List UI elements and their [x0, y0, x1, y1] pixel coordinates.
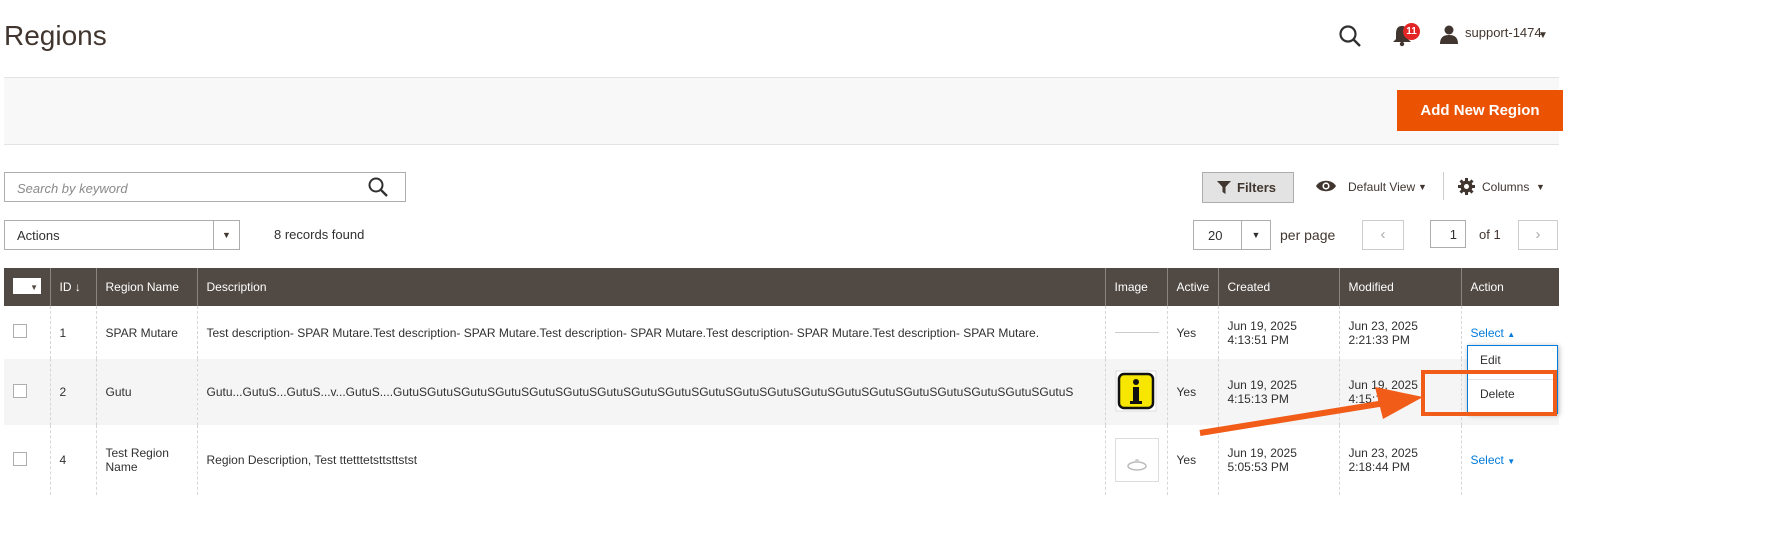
cell-image — [1104, 425, 1167, 495]
divider — [1443, 172, 1444, 200]
select-all-checkbox[interactable]: ▼ — [13, 277, 41, 294]
column-header-modified[interactable]: Modified — [1338, 268, 1461, 306]
user-name[interactable]: support-1474 — [1465, 25, 1542, 40]
per-page-value: 20 — [1208, 228, 1223, 243]
search-box — [4, 172, 406, 203]
regions-grid: ▼ ID ↓ Region Name Description Image Act… — [4, 268, 1559, 495]
table-row[interactable]: 1 SPAR Mutare Test description- SPAR Mut… — [4, 306, 1559, 359]
page-number-input[interactable]: 1 — [1430, 220, 1466, 248]
chevron-down-icon[interactable]: ▼ — [1507, 457, 1515, 466]
records-count: 8 records found — [274, 227, 365, 242]
column-header-description[interactable]: Description — [196, 268, 1105, 306]
chevron-up-icon[interactable]: ▲ — [1507, 330, 1515, 339]
column-header-region-name[interactable]: Region Name — [95, 268, 197, 306]
search-input[interactable] — [15, 173, 359, 203]
page-total: of 1 — [1479, 227, 1501, 242]
default-view-dropdown[interactable]: Default View — [1348, 180, 1415, 194]
filters-button[interactable]: Filters — [1202, 172, 1294, 203]
info-icon — [1115, 370, 1156, 411]
notification-badge: 11 — [1403, 23, 1420, 40]
cell-description: Test description- SPAR Mutare.Test descr… — [196, 306, 1105, 359]
chevron-down-icon[interactable]: ▼ — [1538, 30, 1548, 41]
row-checkbox[interactable] — [13, 383, 27, 398]
cell-region-name: SPAR Mutare — [95, 306, 197, 359]
ring-icon — [1126, 459, 1147, 471]
row-checkbox[interactable] — [13, 324, 27, 338]
select-action-link[interactable]: Select — [1471, 326, 1504, 340]
chevron-down-icon[interactable]: ▼ — [1536, 182, 1545, 192]
annotation-arrow-icon — [1199, 387, 1423, 436]
cell-description: Gutu...GutuS...GutuS...v...GutuS....Gutu… — [196, 359, 1105, 425]
actions-label: Actions — [17, 228, 60, 243]
funnel-icon — [1217, 181, 1231, 194]
eye-icon[interactable] — [1316, 179, 1336, 193]
add-new-region-button[interactable]: Add New Region — [1397, 90, 1563, 131]
column-header-image[interactable]: Image — [1104, 268, 1167, 306]
page-title: Regions — [4, 20, 107, 51]
chevron-down-icon[interactable]: ▼ — [1241, 221, 1270, 249]
grid-header-row: ▼ ID ↓ Region Name Description Image Act… — [4, 268, 1559, 306]
search-icon[interactable] — [1336, 22, 1364, 50]
cell-id: 2 — [49, 359, 96, 425]
row-checkbox[interactable] — [13, 451, 27, 466]
select-all-header[interactable]: ▼ — [4, 268, 50, 306]
gear-icon[interactable] — [1458, 178, 1475, 195]
cell-active: Yes — [1166, 306, 1218, 359]
select-action-link[interactable]: Select — [1471, 453, 1504, 467]
per-page-label: per page — [1280, 227, 1336, 243]
image-placeholder — [1114, 332, 1159, 333]
cell-image — [1104, 359, 1167, 425]
chevron-down-icon[interactable]: ▼ — [1418, 182, 1427, 192]
cell-region-name: Test Region Name — [95, 425, 197, 495]
chevron-down-icon[interactable]: ▼ — [213, 221, 239, 249]
column-header-action: Action — [1460, 268, 1559, 306]
ring-image-icon — [1114, 438, 1159, 482]
sort-arrow-icon: ↓ — [74, 280, 81, 294]
column-header-created[interactable]: Created — [1217, 268, 1339, 306]
column-header-id[interactable]: ID ↓ — [49, 268, 96, 306]
edit-menu-item[interactable]: Edit — [1480, 353, 1501, 367]
cell-created: Jun 19, 2025 4:13:51 PM — [1217, 306, 1339, 359]
page-actions-bar — [4, 78, 1559, 145]
per-page-select[interactable]: 20 ▼ — [1193, 220, 1271, 250]
mass-actions-select[interactable]: Actions ▼ — [4, 220, 240, 250]
previous-page-button[interactable]: ‹ — [1362, 220, 1404, 250]
filters-label: Filters — [1237, 180, 1277, 195]
cell-modified: Jun 23, 2025 2:21:33 PM — [1338, 306, 1461, 359]
search-icon[interactable] — [367, 176, 389, 198]
cell-image — [1104, 306, 1167, 359]
annotation-highlight-box — [1421, 370, 1557, 416]
cell-id: 1 — [49, 306, 96, 359]
chevron-down-icon[interactable]: ▼ — [30, 283, 38, 292]
cell-id: 4 — [49, 425, 96, 495]
columns-dropdown[interactable]: Columns — [1482, 180, 1529, 194]
cell-region-name: Gutu — [95, 359, 197, 425]
column-header-active[interactable]: Active — [1166, 268, 1218, 306]
user-icon[interactable] — [1439, 24, 1459, 44]
next-page-button[interactable]: › — [1518, 220, 1558, 250]
cell-description: Region Description, Test ttetttetsttstts… — [196, 425, 1105, 495]
cell-action[interactable]: Select ▼ — [1460, 425, 1559, 495]
